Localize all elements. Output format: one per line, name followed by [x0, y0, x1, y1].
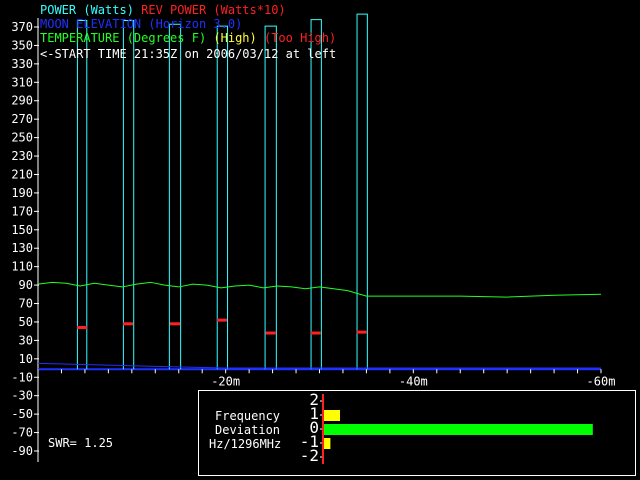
frequency-deviation-panel: Frequency Deviation Hz/1296MHz 2 1 0 -1 -2: [198, 390, 636, 476]
freq-deviation-bar: [324, 438, 331, 449]
freq-deviation-bar: [324, 410, 340, 421]
moon-elevation-line: [37, 362, 601, 369]
power-pulse: [310, 19, 322, 370]
y-tick-label: 290: [11, 94, 33, 108]
freq-tick-label: -2: [300, 446, 319, 465]
y-tick-label: 110: [11, 260, 33, 274]
legend-temperature: TEMPERATURE (Degrees F) (High) (Too High…: [40, 30, 336, 46]
power-pulse: [216, 25, 229, 370]
y-tick-label: 210: [11, 167, 33, 181]
y-tick-label: -50: [11, 407, 33, 421]
y-tick-label: 350: [11, 38, 33, 52]
y-tick-label: 50: [19, 315, 33, 329]
swr-readout: SWR= 1.25: [48, 436, 114, 450]
y-tick-label: 250: [11, 131, 33, 145]
y-tick-label: 90: [19, 278, 33, 292]
y-tick-label: 190: [11, 186, 33, 200]
y-tick-label: 230: [11, 149, 33, 163]
y-tick-label: 330: [11, 57, 33, 71]
legend-segment: REV POWER (Watts*10): [141, 3, 286, 17]
legend-start-time: <-START TIME 21:35Z on 2006/03/12 at lef…: [40, 46, 336, 62]
x-tick-label: -40m: [399, 374, 428, 388]
legend-segment: (Too High): [256, 31, 337, 45]
legend-segment: MOON ELEVATION (Horizon 3.0): [40, 17, 243, 31]
x-tick-label: -60m: [587, 374, 616, 388]
y-tick-label: -90: [11, 444, 33, 458]
legend-segment: (High): [206, 31, 257, 45]
temperature-line: [37, 281, 602, 298]
power-pulse: [264, 25, 277, 370]
plot-area: [37, 13, 602, 370]
y-tick-label: 70: [19, 297, 33, 311]
y-tick-label: 310: [11, 75, 33, 89]
y-tick-label: 10: [19, 352, 33, 366]
power-pulse: [76, 20, 88, 370]
y-tick-label: 30: [19, 333, 33, 347]
y-tick-label: -10: [11, 370, 33, 384]
y-tick-label: 270: [11, 112, 33, 126]
legend-segment: TEMPERATURE (Degrees F): [40, 31, 207, 45]
legend-segment: POWER (Watts): [40, 3, 134, 17]
y-tick-label: 370: [11, 20, 33, 34]
y-tick-label: 150: [11, 223, 33, 237]
freq-deviation-bar: [324, 424, 593, 435]
frequency-deviation-meter: 210-1-2: [300, 391, 593, 465]
power-pulse: [122, 20, 135, 370]
y-tick-label: -70: [11, 426, 33, 440]
legend-segment: <-START TIME 21:35Z on 2006/03/12 at lef…: [40, 47, 337, 61]
y-tick-label: -30: [11, 389, 33, 403]
y-tick-label: 130: [11, 241, 33, 255]
power-pulse: [168, 23, 182, 370]
power-pulse: [356, 13, 368, 370]
y-tick-label: 170: [11, 204, 33, 218]
x-tick-label: -20m: [211, 374, 240, 388]
